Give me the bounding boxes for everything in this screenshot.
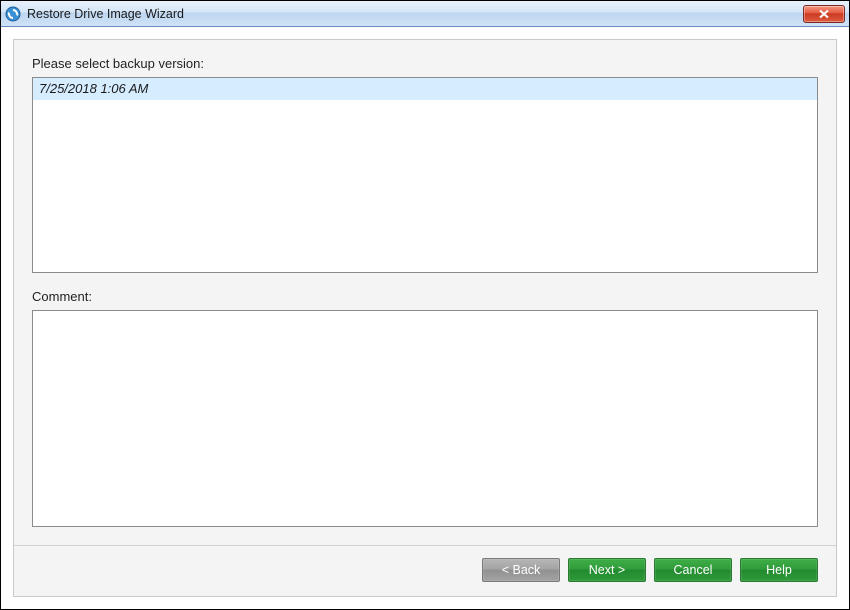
cancel-button[interactable]: Cancel xyxy=(654,558,732,582)
comment-input[interactable] xyxy=(32,310,818,527)
client-area: Please select backup version: 7/25/2018 … xyxy=(1,27,849,609)
comment-label: Comment: xyxy=(32,289,818,304)
backup-version-list[interactable]: 7/25/2018 1:06 AM xyxy=(32,77,818,273)
content-area: Please select backup version: 7/25/2018 … xyxy=(14,40,836,545)
help-button[interactable]: Help xyxy=(740,558,818,582)
backup-version-item[interactable]: 7/25/2018 1:06 AM xyxy=(33,78,817,100)
backup-version-label: Please select backup version: xyxy=(32,56,818,71)
next-button[interactable]: Next > xyxy=(568,558,646,582)
close-button[interactable] xyxy=(803,5,845,23)
window-frame: Restore Drive Image Wizard Please select… xyxy=(0,0,850,610)
wizard-panel: Please select backup version: 7/25/2018 … xyxy=(13,39,837,597)
window-title: Restore Drive Image Wizard xyxy=(27,7,803,21)
close-icon xyxy=(818,9,830,19)
back-button[interactable]: < Back xyxy=(482,558,560,582)
button-bar: < Back Next > Cancel Help xyxy=(14,545,836,596)
app-icon xyxy=(5,6,21,22)
titlebar[interactable]: Restore Drive Image Wizard xyxy=(1,1,849,27)
